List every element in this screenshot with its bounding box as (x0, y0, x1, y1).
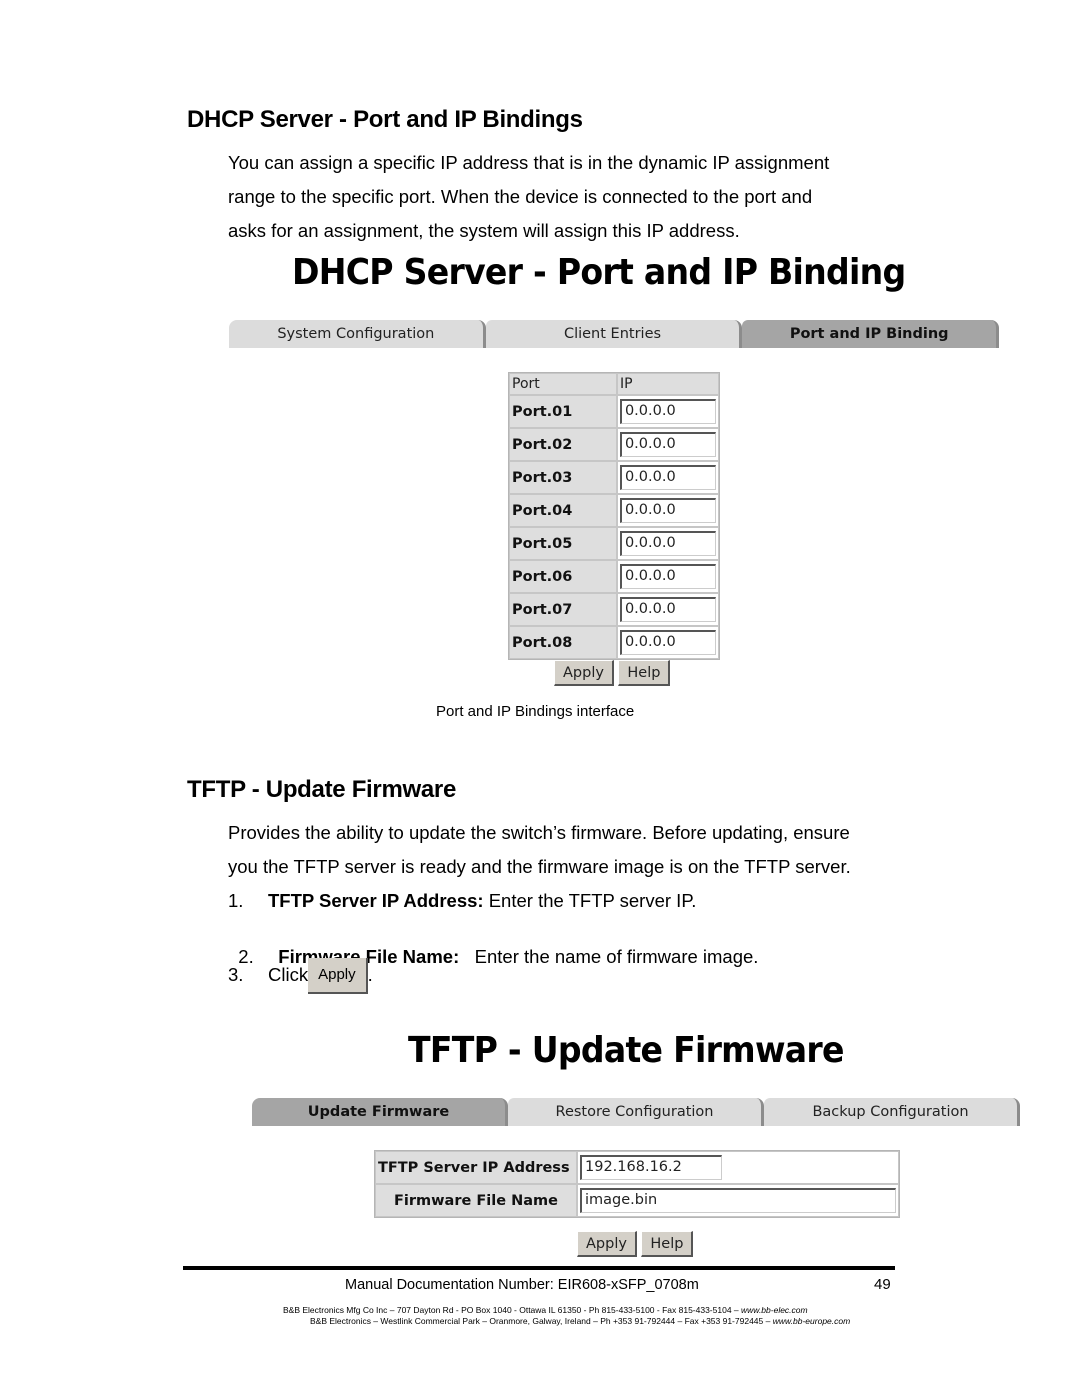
port-label: Port.01 (509, 395, 617, 428)
section-heading-dhcp: DHCP Server - Port and IP Bindings (187, 106, 583, 133)
field-label-tftp-server-ip: TFTP Server IP Address (375, 1151, 577, 1184)
table-header-row: Port IP (509, 373, 719, 395)
step-text: Click (268, 963, 309, 985)
footer-address-eu: B&B Electronics – Westlink Commercial Pa… (310, 1316, 850, 1326)
help-button[interactable]: Help (618, 660, 671, 686)
table-row: Port.05 0.0.0.0 (509, 527, 719, 560)
tab-client-entries[interactable]: Client Entries (485, 320, 743, 348)
step-number: 3. (228, 963, 244, 985)
port-label: Port.04 (509, 494, 617, 527)
page-number: 49 (874, 1276, 891, 1293)
footer-address-us: B&B Electronics Mfg Co Inc – 707 Dayton … (283, 1305, 808, 1315)
help-button[interactable]: Help (641, 1231, 694, 1257)
step-text: Enter the TFTP server IP. (483, 890, 697, 911)
step-bold-label: TFTP Server IP Address: (268, 890, 484, 911)
table-row: Port.06 0.0.0.0 (509, 560, 719, 593)
section-paragraph-dhcp: You can assign a specific IP address tha… (228, 146, 829, 248)
screenshot-title-tftp: TFTP - Update Firmware (408, 1030, 844, 1071)
port-label: Port.03 (509, 461, 617, 494)
tab-restore-configuration[interactable]: Restore Configuration (508, 1098, 764, 1126)
footer-url-eu: www.bb-europe.com (772, 1316, 851, 1326)
step-item: 3. Click Apply. (228, 958, 373, 994)
table-row: Port.04 0.0.0.0 (509, 494, 719, 527)
ip-input-port-03[interactable]: 0.0.0.0 (619, 465, 716, 490)
step-item: 1. TFTP Server IP Address: Enter the TFTP… (228, 890, 696, 912)
ip-input-port-01[interactable]: 0.0.0.0 (619, 399, 716, 424)
step-text: Enter the name of firmware image. (459, 946, 759, 967)
tftp-button-group: Apply Help (577, 1231, 694, 1257)
paragraph-line: range to the specific port. When the dev… (228, 186, 813, 207)
tftp-server-ip-input[interactable]: 192.168.16.2 (580, 1155, 722, 1180)
port-label: Port.02 (509, 428, 617, 461)
paragraph-line: you the TFTP server is ready and the fir… (228, 856, 851, 877)
tab-backup-configuration[interactable]: Backup Configuration (764, 1098, 1020, 1126)
field-label-firmware-file-name: Firmware File Name (375, 1184, 577, 1217)
ip-input-port-07[interactable]: 0.0.0.0 (619, 597, 716, 622)
column-header-port: Port (509, 373, 617, 395)
dhcp-button-group: Apply Help (554, 660, 671, 686)
ip-input-port-02[interactable]: 0.0.0.0 (619, 432, 716, 457)
section-paragraph-tftp: Provides the ability to update the switc… (228, 816, 851, 884)
section-heading-tftp: TFTP - Update Firmware (187, 776, 457, 803)
screenshot-title-dhcp: DHCP Server - Port and IP Binding (292, 252, 906, 293)
port-label: Port.07 (509, 593, 617, 626)
column-header-ip: IP (616, 373, 719, 395)
footer-rule (183, 1266, 895, 1270)
table-row: Firmware File Name image.bin (375, 1184, 899, 1217)
ip-input-port-08[interactable]: 0.0.0.0 (619, 630, 716, 655)
paragraph-line: asks for an assignment, the system will … (228, 220, 740, 241)
tab-port-and-ip-binding[interactable]: Port and IP Binding (742, 320, 1000, 348)
port-label: Port.05 (509, 527, 617, 560)
tftp-settings-table: TFTP Server IP Address 192.168.16.2 Firm… (374, 1150, 900, 1218)
figure-caption: Port and IP Bindings interface (436, 703, 635, 720)
ip-input-port-04[interactable]: 0.0.0.0 (619, 498, 716, 523)
footer-url-us: www.bb-elec.com (741, 1305, 808, 1315)
ip-input-port-05[interactable]: 0.0.0.0 (619, 531, 716, 556)
table-row: Port.01 0.0.0.0 (509, 395, 719, 428)
step-text-after: . (367, 963, 373, 985)
table-row: Port.07 0.0.0.0 (509, 593, 719, 626)
inline-apply-button: Apply (308, 958, 368, 994)
footer-address-text: B&B Electronics – Westlink Commercial Pa… (310, 1316, 773, 1326)
apply-button[interactable]: Apply (554, 660, 614, 686)
tab-system-configuration[interactable]: System Configuration (229, 320, 486, 348)
table-row: TFTP Server IP Address 192.168.16.2 (375, 1151, 899, 1184)
ip-input-port-06[interactable]: 0.0.0.0 (619, 564, 716, 589)
apply-button[interactable]: Apply (577, 1231, 637, 1257)
port-label: Port.06 (509, 560, 617, 593)
table-row: Port.02 0.0.0.0 (509, 428, 719, 461)
paragraph-line: Provides the ability to update the switc… (228, 822, 850, 843)
firmware-file-name-input[interactable]: image.bin (580, 1188, 896, 1213)
paragraph-line: You can assign a specific IP address tha… (228, 152, 830, 173)
tab-update-firmware[interactable]: Update Firmware (252, 1098, 508, 1126)
port-ip-binding-table: Port IP Port.01 0.0.0.0 Port.02 0.0.0.0 … (508, 372, 720, 660)
port-label: Port.08 (509, 626, 617, 659)
tftp-tab-bar: Update Firmware Restore Configuration Ba… (252, 1098, 1020, 1126)
step-number: 1. (228, 890, 244, 911)
table-row: Port.03 0.0.0.0 (509, 461, 719, 494)
table-row: Port.08 0.0.0.0 (509, 626, 719, 659)
dhcp-tab-bar: System Configuration Client Entries Port… (229, 320, 1000, 348)
footer-doc-number: Manual Documentation Number: EIR608-xSFP… (345, 1277, 699, 1293)
footer-address-text: B&B Electronics Mfg Co Inc – 707 Dayton … (283, 1305, 741, 1315)
